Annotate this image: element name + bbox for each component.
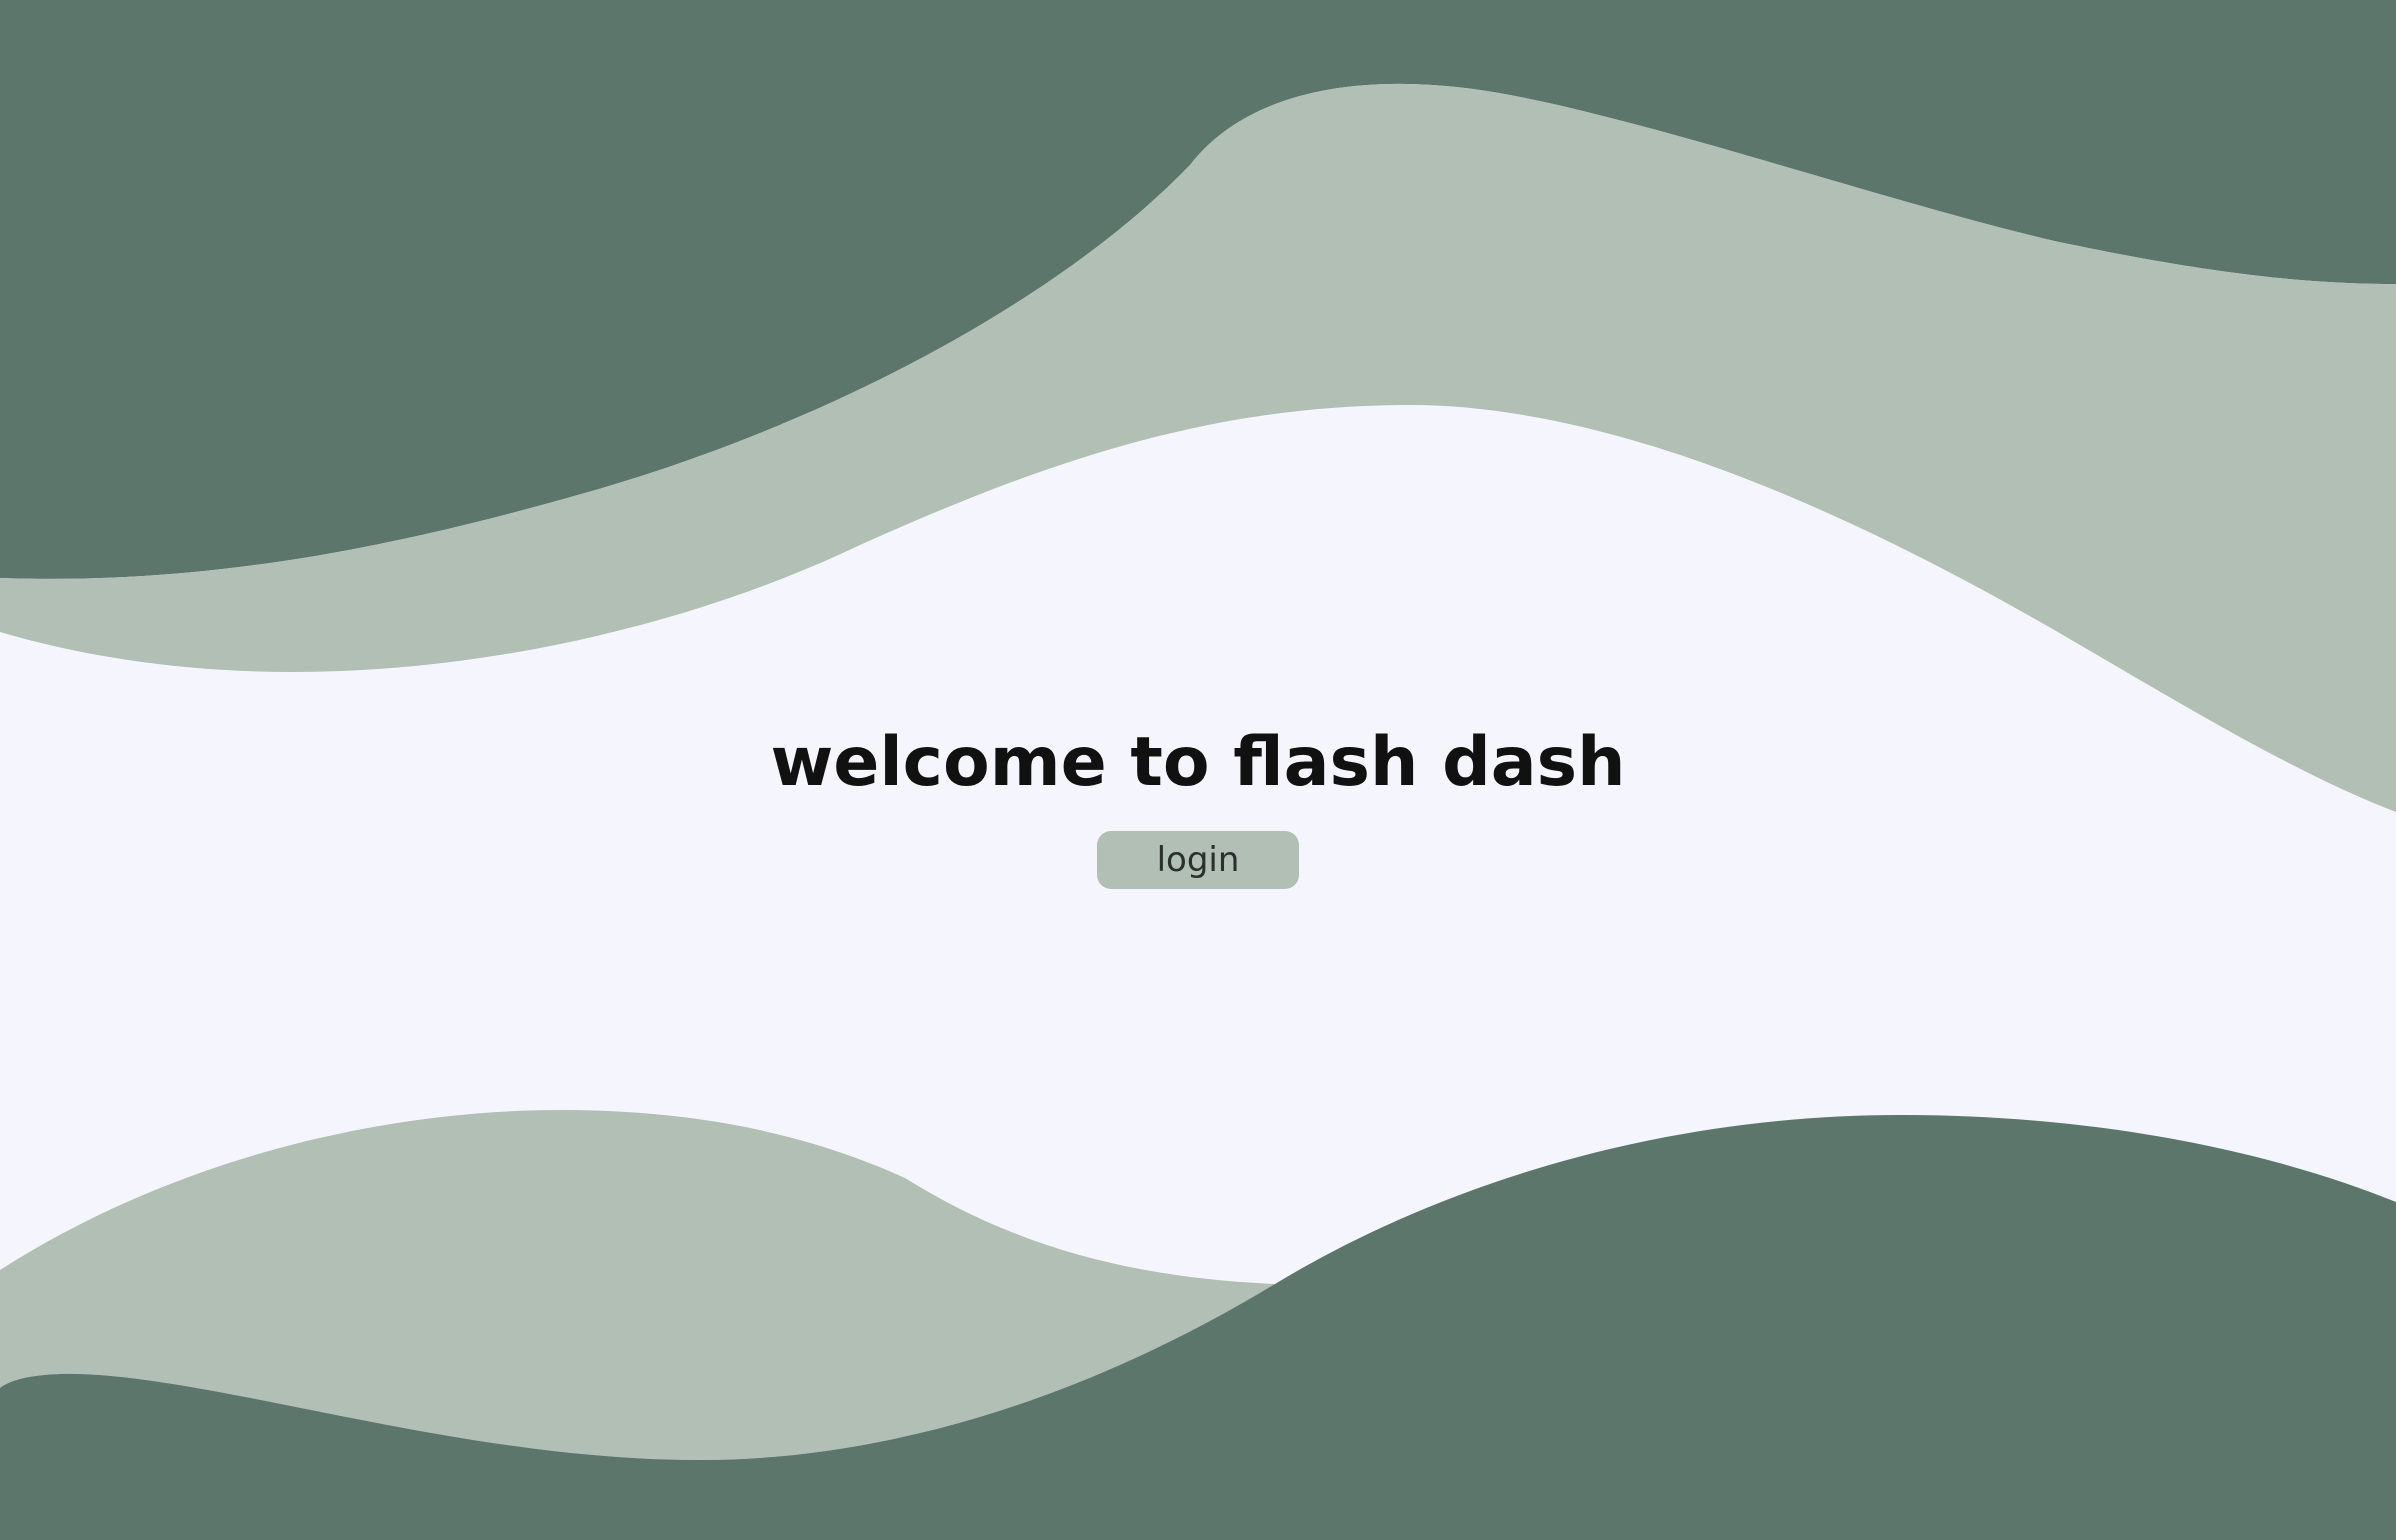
landing-page: welcome to flash dash login bbox=[0, 0, 2396, 1540]
hero-section: welcome to flash dash login bbox=[0, 715, 2396, 889]
page-title: welcome to flash dash bbox=[770, 723, 1626, 802]
login-button[interactable]: login bbox=[1097, 831, 1299, 889]
